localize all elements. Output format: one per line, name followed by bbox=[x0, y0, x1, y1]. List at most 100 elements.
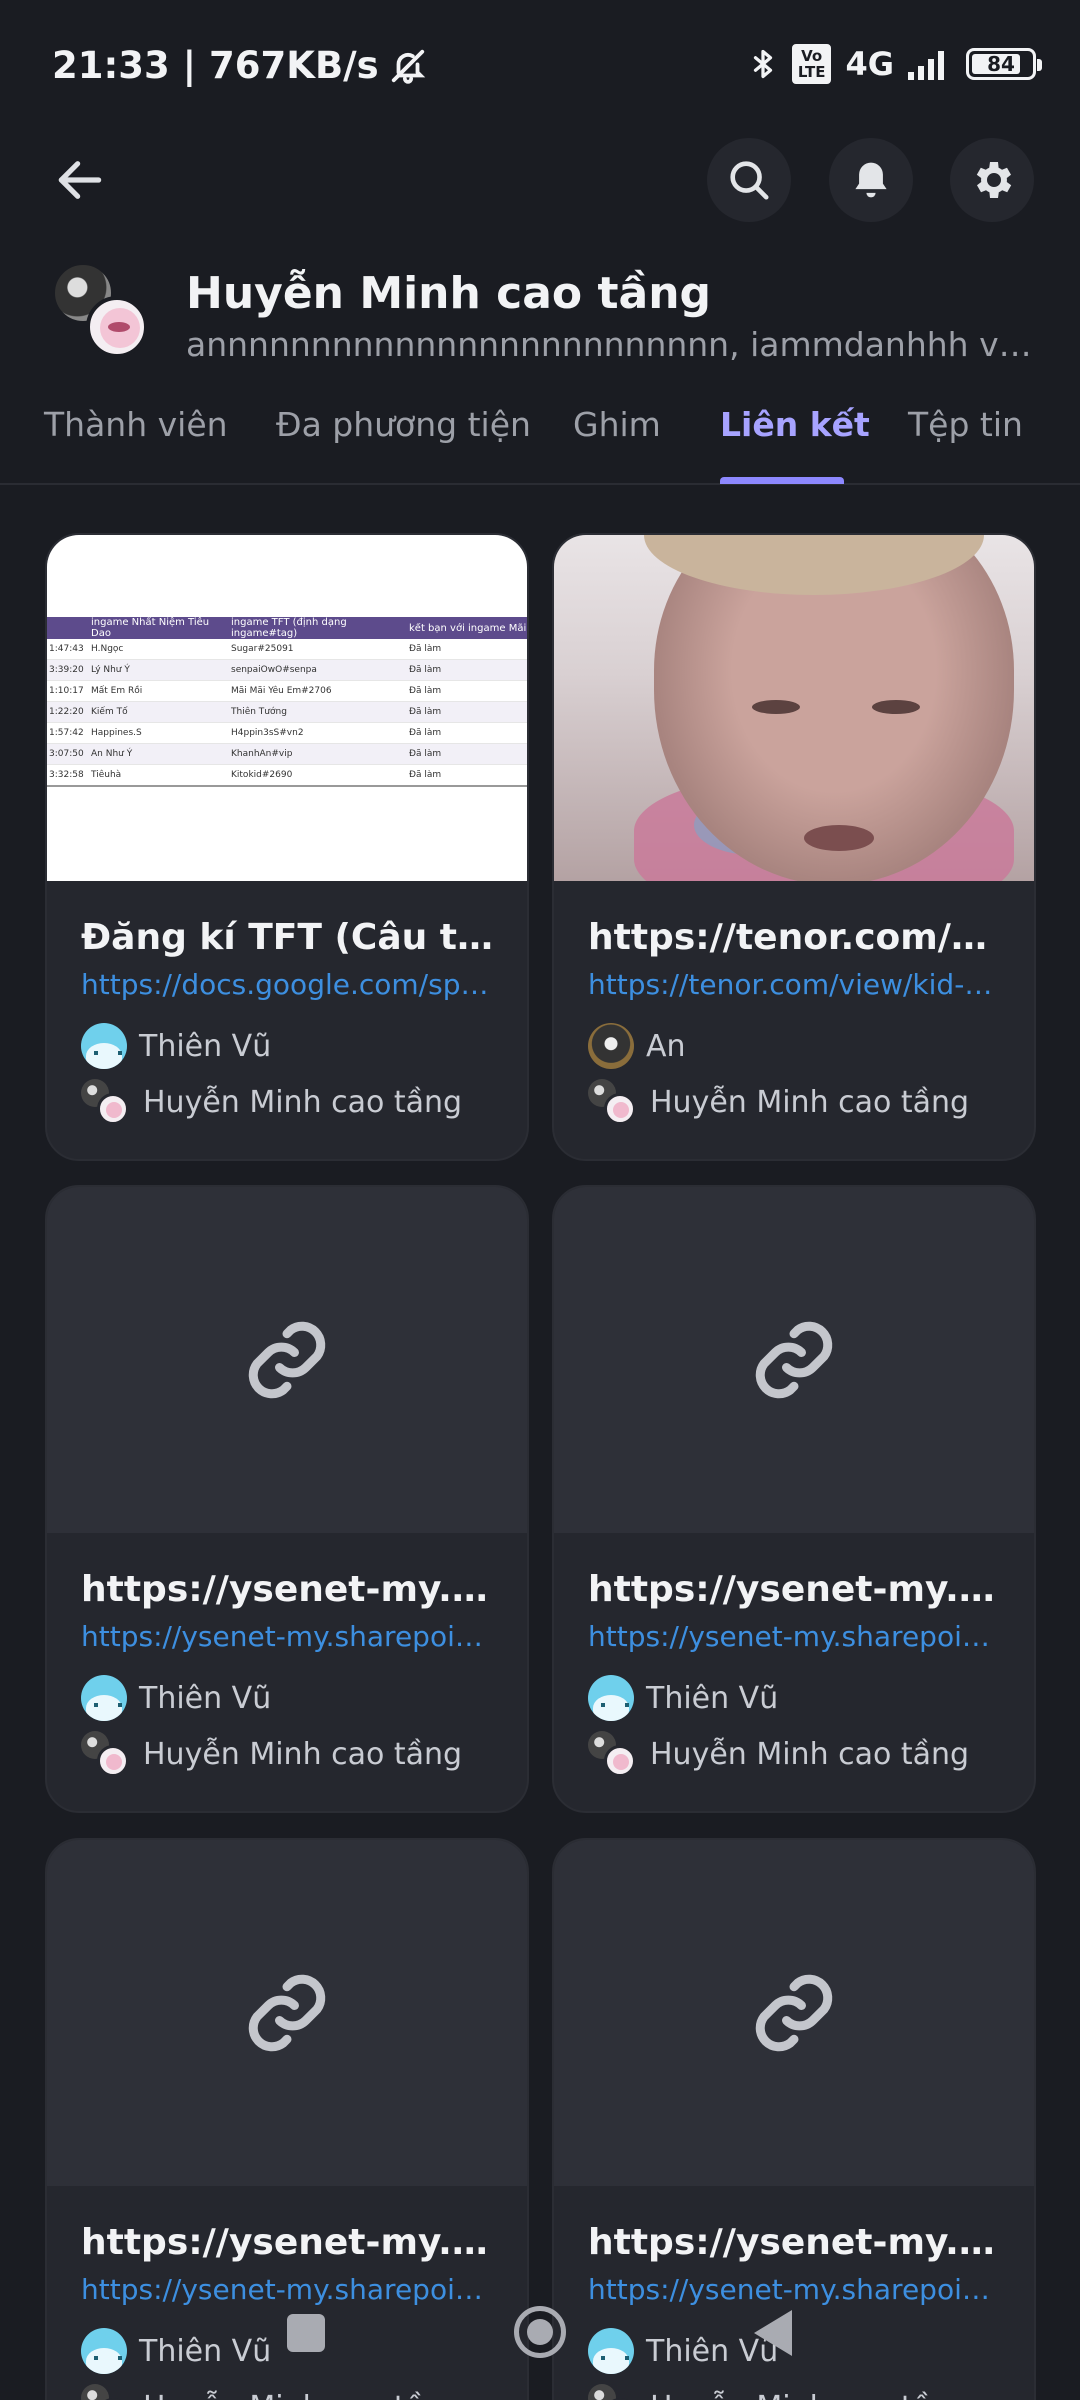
tab-links[interactable]: Liên kết bbox=[720, 405, 870, 444]
card-title: Đăng kí TFT (Câu trả lời) bbox=[81, 917, 495, 958]
channel-mini-avatar bbox=[588, 2384, 638, 2400]
card-body: https://tenor.com/view/kid-en https://te… bbox=[554, 881, 1034, 1125]
card-channel: Huyễn Minh cao tầng bbox=[650, 1736, 970, 1772]
card-url[interactable]: https://ysenet-my.sharepoint.com bbox=[81, 1620, 495, 1653]
link-card[interactable]: https://tenor.com/view/kid-en https://te… bbox=[552, 533, 1036, 1161]
channel-mini-avatar bbox=[81, 2384, 131, 2400]
link-card[interactable]: ingame Nhất Niệm Tiêu Dao ingame TFT (đị… bbox=[45, 533, 529, 1161]
card-author-row: Thiên Vũ bbox=[81, 1023, 495, 1069]
gear-icon bbox=[976, 162, 1012, 198]
card-author: Thiên Vũ bbox=[139, 1028, 272, 1064]
search-icon bbox=[730, 161, 769, 200]
channel-mini-avatar bbox=[588, 1079, 638, 1125]
status-bar: 21:33 | 767KB/s Vo LTE 4G 84 bbox=[0, 0, 1080, 130]
card-channel: Huyễn Minh cao tầng bbox=[143, 1084, 463, 1120]
link-icon bbox=[248, 1974, 326, 2052]
tab-bar: Thành viên Đa phương tiện Ghim Liên kết … bbox=[0, 395, 1080, 485]
sheet-row: 1:22:20 Kiếm Tố Thiên Tướng Đã làm bbox=[47, 702, 527, 723]
card-body: Đăng kí TFT (Câu trả lời) https://docs.g… bbox=[47, 881, 527, 1125]
channel-title: Huyễn Minh cao tầng bbox=[186, 268, 712, 319]
card-channel-row: Huyễn Minh cao tầng bbox=[81, 2384, 495, 2400]
volte-badge: Vo LTE bbox=[791, 44, 832, 84]
tab-media[interactable]: Đa phương tiện bbox=[276, 405, 531, 444]
tab-indicator bbox=[720, 477, 844, 484]
sheet-header-cell: ingame TFT (định dạng ingame#tag) bbox=[231, 617, 347, 639]
notifications-button[interactable] bbox=[829, 138, 913, 222]
card-title: https://ysenet-my.sharepoint.com bbox=[588, 2222, 1002, 2263]
tab-pins[interactable]: Ghim bbox=[573, 405, 661, 444]
system-nav-bar bbox=[0, 2290, 1080, 2380]
signal-icon bbox=[908, 51, 944, 80]
card-channel-row: Huyễn Minh cao tầng bbox=[588, 1079, 1002, 1125]
back-button[interactable] bbox=[40, 140, 120, 220]
card-body: https://ysenet-my.sharepoint.com https:/… bbox=[47, 1533, 527, 1777]
thumbnail-shape bbox=[804, 825, 874, 851]
card-title: https://ysenet-my.sharepoint.com bbox=[588, 1569, 1002, 1610]
status-right: Vo LTE 4G 84 bbox=[748, 44, 1042, 84]
card-channel: Huyễn Minh cao tầng bbox=[650, 2390, 969, 2400]
card-author: Thiên Vũ bbox=[646, 1680, 779, 1716]
channel-mini-avatar bbox=[588, 1731, 638, 1777]
sheet-row: 3:07:50 An Như Ý KhanhAn#vip Đã làm bbox=[47, 744, 527, 765]
status-left: 21:33 | 767KB/s bbox=[52, 44, 427, 87]
link-preview-gif bbox=[554, 535, 1034, 881]
link-icon bbox=[248, 1321, 326, 1399]
channel-members: annnnnnnnnnnnnnnnnnnnnnnnn, iammdanhhh v… bbox=[186, 325, 1036, 364]
spreadsheet-thumbnail: ingame Nhất Niệm Tiêu Dao ingame TFT (đị… bbox=[47, 535, 527, 881]
system-back-button[interactable] bbox=[754, 2310, 792, 2356]
link-icon bbox=[755, 1974, 833, 2052]
card-url[interactable]: https://docs.google.com/spreadsheets bbox=[81, 968, 495, 1001]
card-channel-row: Huyễn Minh cao tầng bbox=[81, 1079, 495, 1125]
sheet-row: 1:10:17 Mất Em Rồi Mãi Mãi Yêu Em#2706 Đã l… bbox=[47, 681, 527, 702]
tab-members[interactable]: Thành viên bbox=[44, 405, 228, 444]
link-preview-placeholder bbox=[47, 1840, 527, 2186]
link-preview-sheet: ingame Nhất Niệm Tiêu Dao ingame TFT (đị… bbox=[47, 535, 527, 881]
link-preview-placeholder bbox=[47, 1187, 527, 1533]
link-card[interactable]: https://ysenet-my.sharepoint.com https:/… bbox=[45, 1185, 529, 1813]
sheet-header-cell: kết bạn với ingame Mãi Mãi Yêu Em bbox=[409, 622, 527, 634]
battery-level: 84 bbox=[987, 52, 1015, 76]
card-author: Thiên Vũ bbox=[139, 1680, 272, 1716]
sheet-row: 1:47:43 H.Ngọc Sugar#25091 Đã làm bbox=[47, 639, 527, 660]
link-preview-placeholder bbox=[554, 1840, 1034, 2186]
link-preview-placeholder bbox=[554, 1187, 1034, 1533]
home-button[interactable] bbox=[514, 2306, 566, 2358]
network-type: 4G bbox=[845, 45, 894, 83]
author-avatar bbox=[588, 1675, 634, 1721]
card-title: https://tenor.com/view/kid-en bbox=[588, 917, 1002, 958]
card-url[interactable]: https://tenor.com/view/kid-en... bbox=[588, 968, 1002, 1001]
search-button[interactable] bbox=[707, 138, 791, 222]
link-card[interactable]: https://ysenet-my.sharepoint.com https:/… bbox=[552, 1185, 1036, 1813]
author-avatar bbox=[588, 1023, 634, 1069]
channel-avatar bbox=[52, 262, 148, 358]
bell-icon bbox=[855, 162, 887, 198]
bell-off-icon bbox=[391, 49, 425, 84]
recents-button[interactable] bbox=[287, 2314, 325, 2352]
screen: 21:33 | 767KB/s Vo LTE 4G 84 Huyễn Minh … bbox=[0, 0, 1080, 2400]
card-author-row: Thiên Vũ bbox=[81, 1675, 495, 1721]
card-channel-row: Huyễn Minh cao tầng bbox=[588, 2384, 1002, 2400]
arrow-left-icon bbox=[58, 161, 102, 199]
link-icon bbox=[755, 1321, 833, 1399]
card-url[interactable]: https://ysenet-my.sharepoint.com bbox=[588, 1620, 1002, 1653]
gif-thumbnail bbox=[554, 535, 1034, 881]
card-title: https://ysenet-my.sharepoint.com bbox=[81, 2222, 495, 2263]
card-channel: Huyễn Minh cao tầng bbox=[143, 2390, 462, 2400]
card-body: https://ysenet-my.sharepoint.com https:/… bbox=[554, 1533, 1034, 1777]
sheet-header-row: ingame Nhất Niệm Tiêu Dao ingame TFT (đị… bbox=[47, 617, 527, 639]
channel-mini-avatar bbox=[81, 1731, 131, 1777]
sheet-header-cell: ingame Nhất Niệm Tiêu Dao bbox=[91, 617, 210, 639]
thumbnail-shape bbox=[872, 700, 920, 714]
tab-files[interactable]: Tệp tin bbox=[908, 405, 1023, 444]
sheet-row: 3:32:58 Tiêuhà Kitokid#2690 Đã làm bbox=[47, 765, 527, 786]
sheet-border bbox=[47, 785, 527, 787]
sheet-rows: 1:47:43 H.Ngọc Sugar#25091 Đã làm 3:39:20 Lý… bbox=[47, 639, 527, 786]
battery-icon: 84 bbox=[966, 48, 1042, 80]
card-author-row: Thiên Vũ bbox=[588, 1675, 1002, 1721]
card-author: An bbox=[646, 1028, 686, 1064]
card-channel-row: Huyễn Minh cao tầng bbox=[81, 1731, 495, 1777]
settings-button[interactable] bbox=[950, 138, 1034, 222]
bluetooth-icon bbox=[753, 49, 773, 79]
card-title: https://ysenet-my.sharepoint.com bbox=[81, 1569, 495, 1610]
channel-mini-avatar bbox=[81, 1079, 131, 1125]
